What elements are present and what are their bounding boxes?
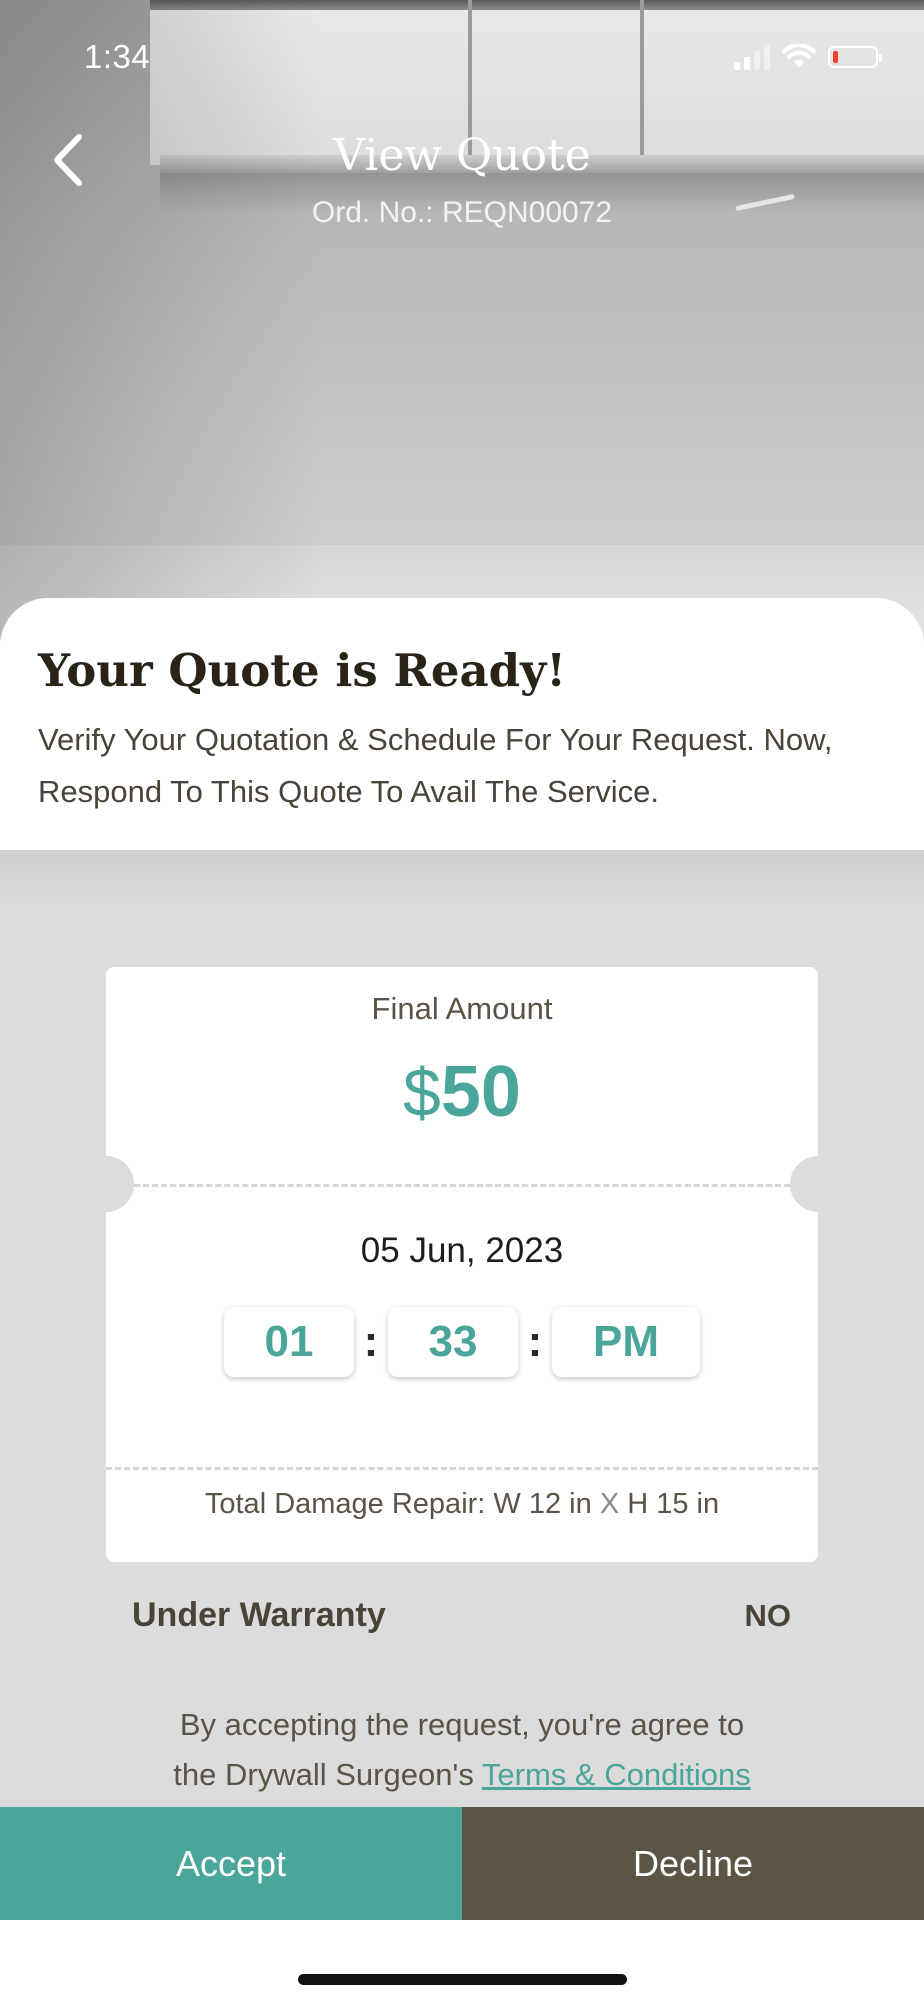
time-separator: : [363,1317,379,1366]
final-amount: $50 [106,1051,818,1133]
status-time: 1:34 [84,38,151,75]
currency-symbol: $ [403,1055,441,1131]
time-minute: 33 [388,1307,518,1377]
final-amount-label: Final Amount [371,991,553,1026]
terms-notice: By accepting the request, you're agree t… [0,1700,924,1800]
order-number: Ord. No.: REQN00072 [311,196,613,229]
quote-ticket: Final Amount $50 05 Jun, 2023 01 : 33 : … [78,967,846,1562]
cellular-signal-icon [734,44,770,70]
amount-value: 50 [440,1052,521,1132]
ticket-notch [78,1156,134,1212]
damage-dimensions: Total Damage Repair: W 12 in X H 15 in [106,1488,818,1521]
warranty-label: Under Warranty [132,1596,386,1634]
divider [134,1184,790,1187]
bottom-safe-area [0,1920,924,2000]
warranty-value: NO [744,1598,792,1633]
page-title: View Quote [333,130,591,181]
terms-line-1: By accepting the request, you're agree t… [179,1707,745,1742]
intro-description: Verify Your Quotation & Schedule For You… [38,722,833,809]
battery-icon [828,46,882,68]
terms-line-2: the Drywall Surgeon's Terms & Conditions [0,1750,924,1800]
photo-shade [0,0,924,640]
time-hour: 01 [224,1307,354,1377]
hero-photo [0,0,924,640]
divider [106,1467,818,1470]
time-separator: : [527,1317,543,1366]
damage-label: Total Damage Repair: [204,1488,486,1520]
decline-button[interactable]: Decline [462,1807,924,1920]
status-icons [734,44,882,70]
damage-multiply: X [599,1488,620,1520]
terms-link[interactable]: Terms & Conditions [482,1757,751,1792]
damage-width: W 12 in [493,1488,592,1520]
time-period: PM [552,1307,700,1377]
intro-title: Your Quote is Ready! [38,644,566,697]
home-indicator[interactable] [298,1974,627,1985]
ticket-notch [790,1156,846,1212]
damage-height: H 15 in [627,1488,720,1520]
accept-button[interactable]: Accept [0,1807,462,1920]
wifi-icon [782,44,816,68]
intro-card: Your Quote is Ready! Verify Your Quotati… [0,598,924,850]
terms-prefix: the Drywall Surgeon's [173,1757,474,1792]
schedule-date: 05 Jun, 2023 [360,1231,564,1270]
schedule-time: 01 : 33 : PM [106,1307,818,1377]
